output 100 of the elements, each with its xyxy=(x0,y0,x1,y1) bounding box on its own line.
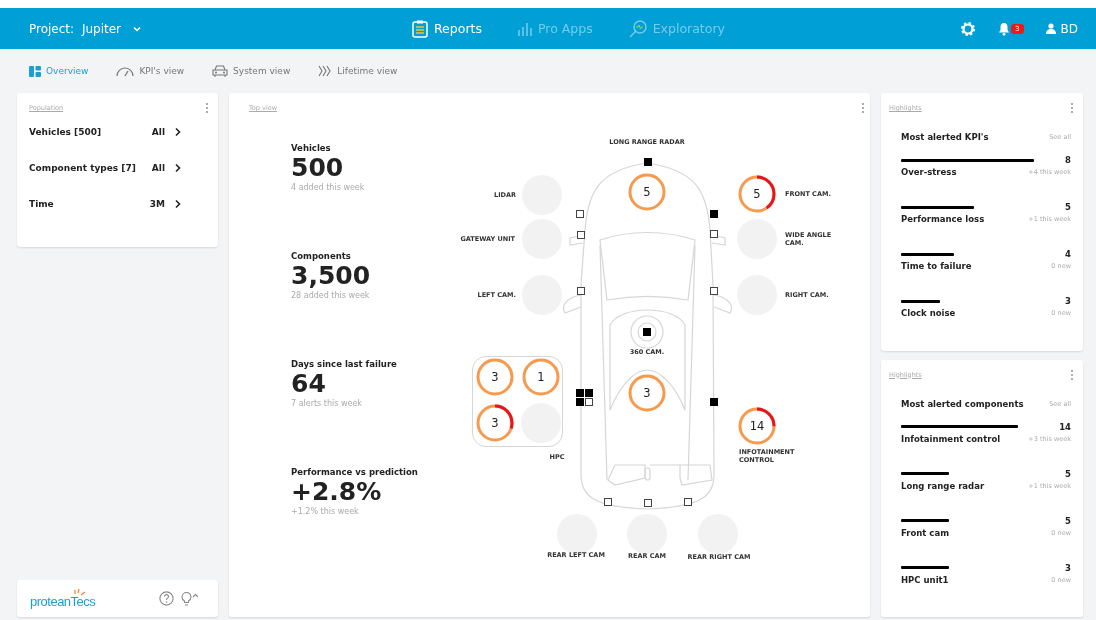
stat-label: Components xyxy=(291,251,352,261)
user-menu[interactable]: BD xyxy=(1045,21,1078,36)
view-tab[interactable]: Lifetime view xyxy=(318,65,398,77)
alert-count: 5 xyxy=(1065,202,1071,212)
nav-tab[interactable]: Pro Apps xyxy=(517,21,593,36)
item-name: Long range radar xyxy=(901,480,985,491)
alert-count: 5 xyxy=(1065,515,1071,526)
alert-ring[interactable] xyxy=(475,357,515,397)
clipboard-icon xyxy=(412,19,428,38)
alert-count: 3 xyxy=(491,417,499,429)
car-icon xyxy=(212,65,229,77)
lightbulb-icon[interactable] xyxy=(180,591,200,606)
more-icon[interactable] xyxy=(861,102,865,114)
chevron-right-icon[interactable] xyxy=(174,163,182,173)
alert-bar xyxy=(901,472,949,475)
stat-note: 28 added this week xyxy=(291,291,371,300)
sensor-marker[interactable] xyxy=(684,498,692,506)
alert-bar xyxy=(901,566,949,569)
logo: proteanTecs xyxy=(30,593,96,609)
alert-ring[interactable] xyxy=(627,172,667,212)
sensor-marker[interactable] xyxy=(710,210,718,218)
item-name: Front cam xyxy=(901,527,949,538)
stat-value: +2.8% xyxy=(291,477,383,507)
bell-icon[interactable] xyxy=(998,21,1011,36)
item-name: Infotainment control xyxy=(901,433,1001,444)
alert-count: 3 xyxy=(1065,562,1071,573)
sensor-marker[interactable] xyxy=(576,210,584,218)
highlights-heading: Most alerted components xyxy=(901,398,1024,409)
stat-value: 500 xyxy=(291,153,345,183)
alert-count: 14 xyxy=(749,420,765,432)
sensor-marker[interactable] xyxy=(710,230,718,238)
camera-sensor-icon[interactable] xyxy=(627,312,667,352)
more-icon[interactable] xyxy=(205,102,209,114)
view-tab[interactable]: System view xyxy=(212,65,291,77)
search-icon xyxy=(628,19,647,38)
sensor-marker[interactable] xyxy=(577,231,585,239)
stat-label: Vehicles xyxy=(291,143,332,153)
alert-count: 8 xyxy=(1065,155,1071,165)
alert-count: 4 xyxy=(1065,249,1071,259)
alert-bar xyxy=(901,252,955,256)
chevrons-icon xyxy=(318,65,333,77)
alert-ring[interactable] xyxy=(475,403,515,443)
bar-chart-icon xyxy=(517,21,532,36)
alert-bar xyxy=(901,519,949,522)
more-icon[interactable] xyxy=(1070,102,1074,114)
sensor-marker[interactable] xyxy=(710,398,718,406)
view-tab[interactable]: KPI's view xyxy=(116,65,185,77)
help-icon[interactable] xyxy=(159,591,174,606)
stat-note: +1.2% this week xyxy=(291,507,360,516)
nav-tab[interactable]: Reports xyxy=(412,19,482,38)
stat-label: Performance vs prediction xyxy=(291,467,419,477)
filter-label: Component types [7] xyxy=(29,163,137,173)
stat-value: 3,500 xyxy=(291,261,372,291)
highlights-heading: Most alerted KPI's xyxy=(901,132,989,142)
nav-tab[interactable]: Exploratory xyxy=(628,19,725,38)
alert-ring[interactable] xyxy=(737,174,777,214)
alert-bar xyxy=(901,299,940,303)
gauge-icon xyxy=(116,65,135,77)
stat-label: Days since last failure xyxy=(291,359,398,369)
alert-count: 3 xyxy=(643,387,651,399)
item-name: Time to failure xyxy=(901,261,972,271)
chevron-right-icon[interactable] xyxy=(174,127,182,137)
chevron-right-icon[interactable] xyxy=(174,199,182,209)
filter-label: Vehicles [500] xyxy=(29,127,103,137)
sensor-marker[interactable] xyxy=(710,287,718,295)
sensor-marker[interactable] xyxy=(576,389,584,397)
filter-value[interactable]: 3M xyxy=(149,199,165,209)
user-icon xyxy=(1045,23,1056,34)
sensor-marker[interactable] xyxy=(644,499,652,507)
view-tab[interactable]: Overview xyxy=(29,65,89,77)
alert-count: 1 xyxy=(537,371,545,383)
sensor-marker[interactable] xyxy=(604,498,612,506)
sensor-marker[interactable] xyxy=(644,158,652,166)
alert-ring[interactable] xyxy=(521,357,561,397)
sensor-marker[interactable] xyxy=(585,398,593,406)
alert-count: 5 xyxy=(753,188,761,200)
dashboard-icon xyxy=(29,65,41,77)
alert-ring[interactable] xyxy=(737,406,777,446)
alert-ring[interactable] xyxy=(627,373,667,413)
item-name: Clock noise xyxy=(901,308,956,318)
item-name: Performance loss xyxy=(901,214,985,224)
alert-count: 5 xyxy=(643,186,651,198)
stat-value: 64 xyxy=(291,369,327,399)
filter-value[interactable]: All xyxy=(151,163,165,173)
alert-count: 14 xyxy=(1059,421,1071,432)
sensor-marker[interactable] xyxy=(576,398,584,406)
more-icon[interactable] xyxy=(1070,368,1074,381)
filter-label: Time xyxy=(29,199,55,209)
project-selector[interactable]: Project: Jupiter xyxy=(29,21,144,36)
alert-count: 3 xyxy=(491,371,499,383)
sensor-marker[interactable] xyxy=(577,287,585,295)
settings-icon[interactable] xyxy=(960,20,977,37)
sensor-marker[interactable] xyxy=(585,389,593,397)
alert-count: 3 xyxy=(1065,296,1071,306)
sun-rays-icon xyxy=(73,588,88,597)
item-name: HPC unit1 xyxy=(901,574,949,585)
item-name: Over-stress xyxy=(901,167,957,177)
filter-value[interactable]: All xyxy=(151,127,165,137)
alert-count: 5 xyxy=(1065,468,1071,479)
stat-note: 4 added this week xyxy=(291,183,366,192)
